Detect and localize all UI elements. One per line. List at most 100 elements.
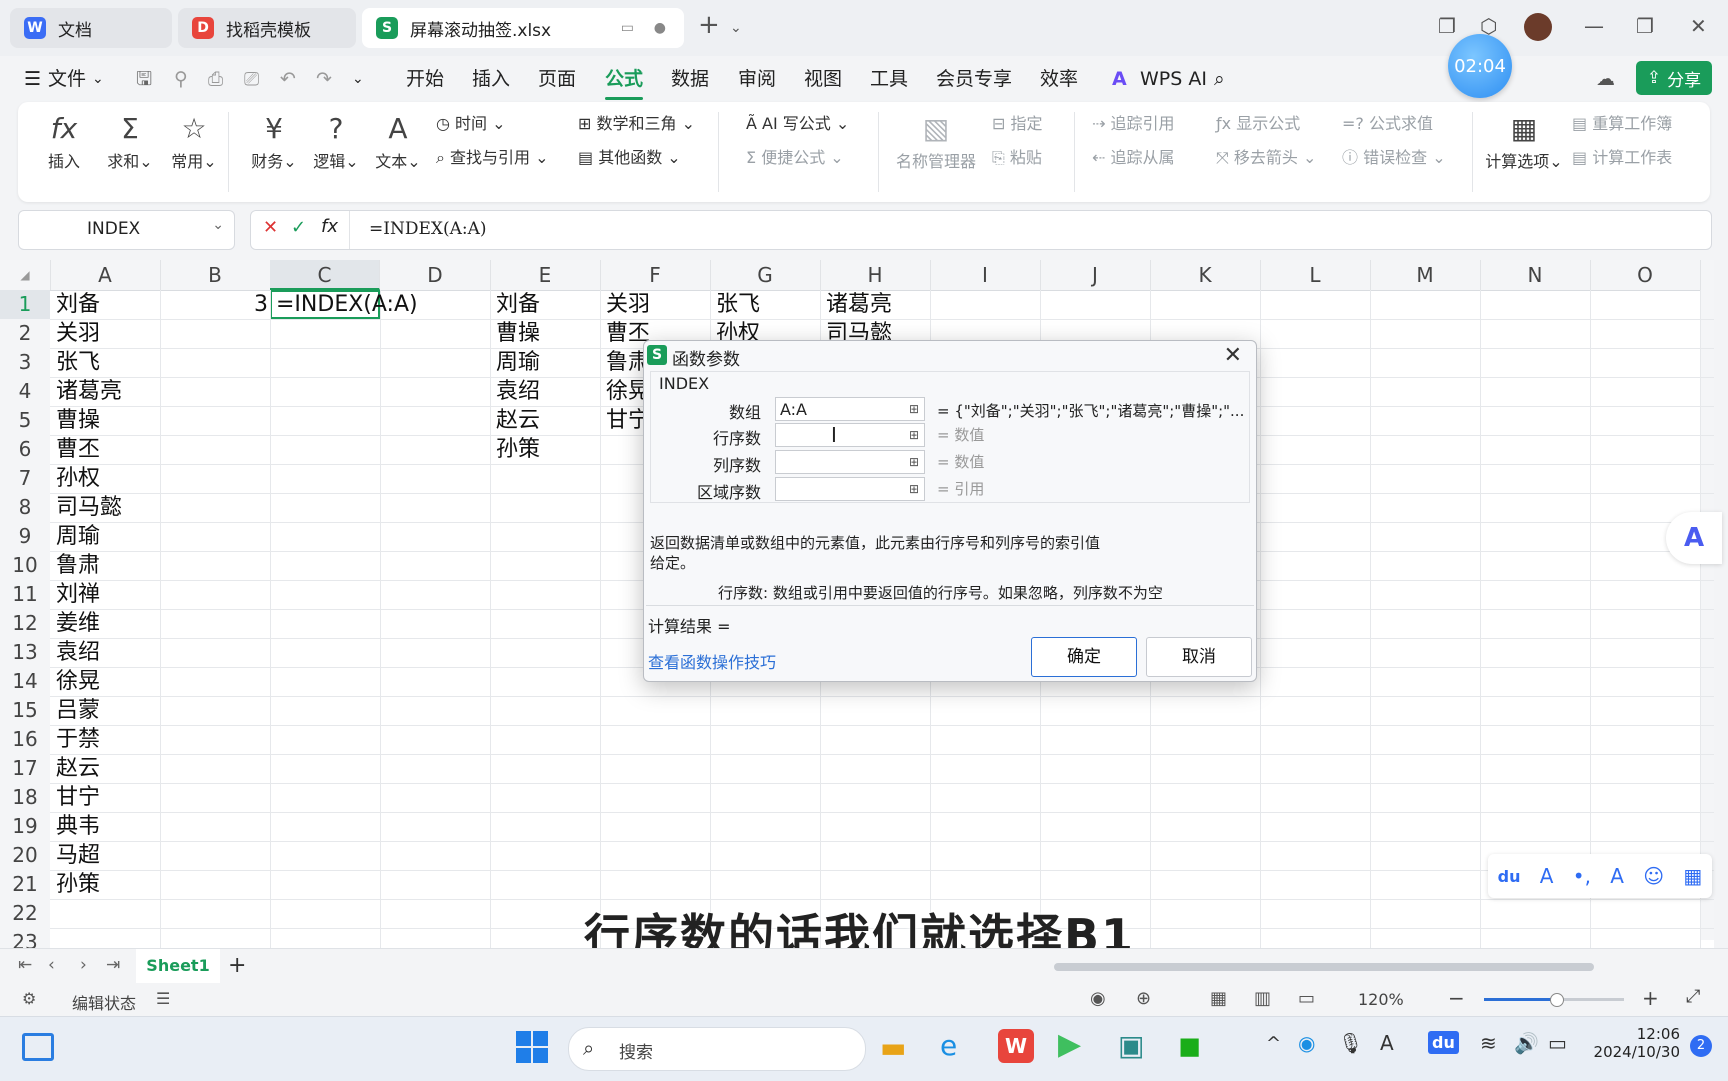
- calc-sheet-button[interactable]: ▤ 计算工作表: [1572, 144, 1672, 168]
- microphone-icon[interactable]: 🎙: [1338, 1031, 1363, 1055]
- tab-docer[interactable]: D 找稻壳模板: [178, 8, 356, 48]
- cancel-button[interactable]: 取消: [1146, 637, 1252, 677]
- prev-sheet-icon[interactable]: ‹: [48, 955, 55, 975]
- row-header-23[interactable]: 23: [0, 928, 50, 948]
- close-icon[interactable]: ✕: [1224, 343, 1242, 368]
- close-icon[interactable]: ✕: [1690, 14, 1707, 38]
- menu-data[interactable]: 数据: [671, 64, 709, 94]
- evaluate-formula-button[interactable]: =? 公式求值: [1342, 110, 1433, 134]
- unsaved-dot-icon[interactable]: ●: [654, 20, 666, 36]
- cell[interactable]: 于禁: [56, 725, 100, 754]
- row-header-7[interactable]: 7: [0, 464, 50, 494]
- arg-input-array[interactable]: A:A: [775, 397, 925, 421]
- zoom-slider[interactable]: [1484, 993, 1624, 1007]
- crosshair-icon[interactable]: ⊕: [1136, 988, 1151, 1009]
- baidu-ime-icon[interactable]: du: [1498, 867, 1521, 886]
- cell[interactable]: 张飞: [716, 290, 760, 319]
- cell[interactable]: 司马懿: [56, 493, 122, 522]
- fx-icon[interactable]: fx: [321, 216, 338, 237]
- column-header-o[interactable]: O: [1590, 260, 1701, 290]
- name-manager-button[interactable]: ▧ 名称管理器: [894, 110, 978, 172]
- menu-efficiency[interactable]: 效率: [1040, 64, 1078, 94]
- menu-formula[interactable]: 公式: [605, 64, 644, 100]
- cell-c1[interactable]: =INDEX(A:A): [276, 290, 418, 319]
- undo-icon[interactable]: ↶: [280, 64, 296, 94]
- edge-browser-icon[interactable]: e: [940, 1029, 957, 1062]
- column-header-i[interactable]: I: [930, 260, 1041, 290]
- row-header-13[interactable]: 13: [0, 638, 50, 668]
- share-button[interactable]: ⇪ 分享: [1636, 61, 1712, 95]
- math-functions-button[interactable]: ⊞ 数学和三角 ⌄: [578, 110, 695, 134]
- cell[interactable]: 孙权: [56, 464, 100, 493]
- clock[interactable]: 12:06 2024/10/30: [1588, 1025, 1680, 1061]
- notes-icon[interactable]: ☰: [156, 989, 170, 1008]
- row-header-1[interactable]: 1: [0, 290, 50, 320]
- restore-icon[interactable]: ❐: [1636, 14, 1654, 38]
- column-header-c[interactable]: C: [270, 260, 380, 290]
- row-header-12[interactable]: 12: [0, 609, 50, 639]
- formula-bar[interactable]: ✕ ✓ fx =INDEX(A:A): [250, 210, 1712, 250]
- print-preview-icon[interactable]: ⎚: [244, 64, 259, 94]
- windows-start-icon[interactable]: [516, 1031, 548, 1063]
- row-header-5[interactable]: 5: [0, 406, 50, 436]
- trace-precedents-button[interactable]: ⇢ 追踪引用: [1092, 110, 1175, 134]
- baidu-ime-icon[interactable]: du: [1428, 1031, 1459, 1054]
- new-tab-button[interactable]: +: [698, 10, 720, 40]
- column-header-h[interactable]: H: [820, 260, 931, 290]
- redo-icon[interactable]: ↷: [316, 64, 332, 94]
- cell[interactable]: 袁绍: [56, 638, 100, 667]
- screen-recorder-icon[interactable]: ▣: [1118, 1029, 1144, 1062]
- cell[interactable]: 诸葛亮: [56, 377, 122, 406]
- volume-icon[interactable]: 🔊: [1514, 1031, 1539, 1055]
- help-link[interactable]: 查看函数操作技巧: [648, 649, 776, 673]
- sheet-tab-active[interactable]: Sheet1: [136, 949, 220, 983]
- column-header-l[interactable]: L: [1260, 260, 1371, 290]
- window-layout-icon[interactable]: ❐: [1438, 14, 1456, 38]
- cell[interactable]: 赵云: [56, 754, 100, 783]
- save-icon[interactable]: 🖫: [136, 64, 152, 94]
- column-header-d[interactable]: D: [380, 260, 491, 290]
- insert-function-button[interactable]: fx 插入: [40, 110, 88, 172]
- row-header-16[interactable]: 16: [0, 725, 50, 755]
- row-header-19[interactable]: 19: [0, 812, 50, 842]
- cloud-upload-icon[interactable]: ☁: [1596, 64, 1615, 94]
- widgets-icon[interactable]: [22, 1033, 54, 1061]
- ai-formula-button[interactable]: Ã AI 写公式 ⌄: [746, 110, 849, 134]
- cell[interactable]: 孙策: [496, 435, 540, 464]
- media-player-icon[interactable]: ▶: [1058, 1027, 1081, 1062]
- menu-view[interactable]: 视图: [804, 64, 842, 94]
- file-explorer-icon[interactable]: ▬: [880, 1031, 906, 1064]
- ai-icon[interactable]: A: [1610, 864, 1624, 888]
- formula-text[interactable]: =INDEX(A:A): [369, 219, 487, 239]
- column-header-m[interactable]: M: [1370, 260, 1481, 290]
- search-icon[interactable]: ⌕: [1214, 64, 1225, 94]
- cell[interactable]: 徐晃: [56, 667, 100, 696]
- name-box[interactable]: INDEX ⌄: [18, 210, 235, 250]
- taskbar-search[interactable]: ⌕ 搜索: [568, 1027, 866, 1071]
- paste-name-button[interactable]: ⎘ 粘贴: [992, 144, 1042, 168]
- eye-icon[interactable]: ◉: [1090, 988, 1106, 1009]
- row-header-4[interactable]: 4: [0, 377, 50, 407]
- battery-icon[interactable]: ▭: [1548, 1031, 1567, 1055]
- collapse-ref-icon[interactable]: ⊞: [909, 402, 925, 416]
- common-functions-button[interactable]: ☆ 常用⌄: [164, 110, 224, 172]
- tab-docs[interactable]: W 文档: [10, 8, 172, 48]
- cell[interactable]: 周瑜: [56, 522, 100, 551]
- row-header-8[interactable]: 8: [0, 493, 50, 523]
- column-header-b[interactable]: B: [160, 260, 271, 290]
- cell[interactable]: 关羽: [606, 290, 650, 319]
- menu-page[interactable]: 页面: [538, 64, 576, 94]
- avatar[interactable]: [1524, 13, 1552, 41]
- vertical-scrollbar[interactable]: [1700, 290, 1714, 940]
- error-check-button[interactable]: ⓘ 错误检查 ⌄: [1342, 144, 1446, 168]
- page-break-view-icon[interactable]: ▥: [1254, 988, 1271, 1009]
- tray-expand-icon[interactable]: ^: [1266, 1033, 1281, 1054]
- row-header-6[interactable]: 6: [0, 435, 50, 465]
- fullscreen-icon[interactable]: ⤢: [1686, 986, 1700, 1007]
- add-sheet-icon[interactable]: +: [228, 953, 246, 978]
- cell[interactable]: 曹操: [56, 406, 100, 435]
- hamburger-icon[interactable]: ☰: [24, 64, 41, 94]
- arg-input-area[interactable]: [775, 477, 925, 501]
- cell[interactable]: 马超: [56, 841, 100, 870]
- lookup-functions-button[interactable]: ⌕ 查找与引用 ⌄: [436, 144, 549, 168]
